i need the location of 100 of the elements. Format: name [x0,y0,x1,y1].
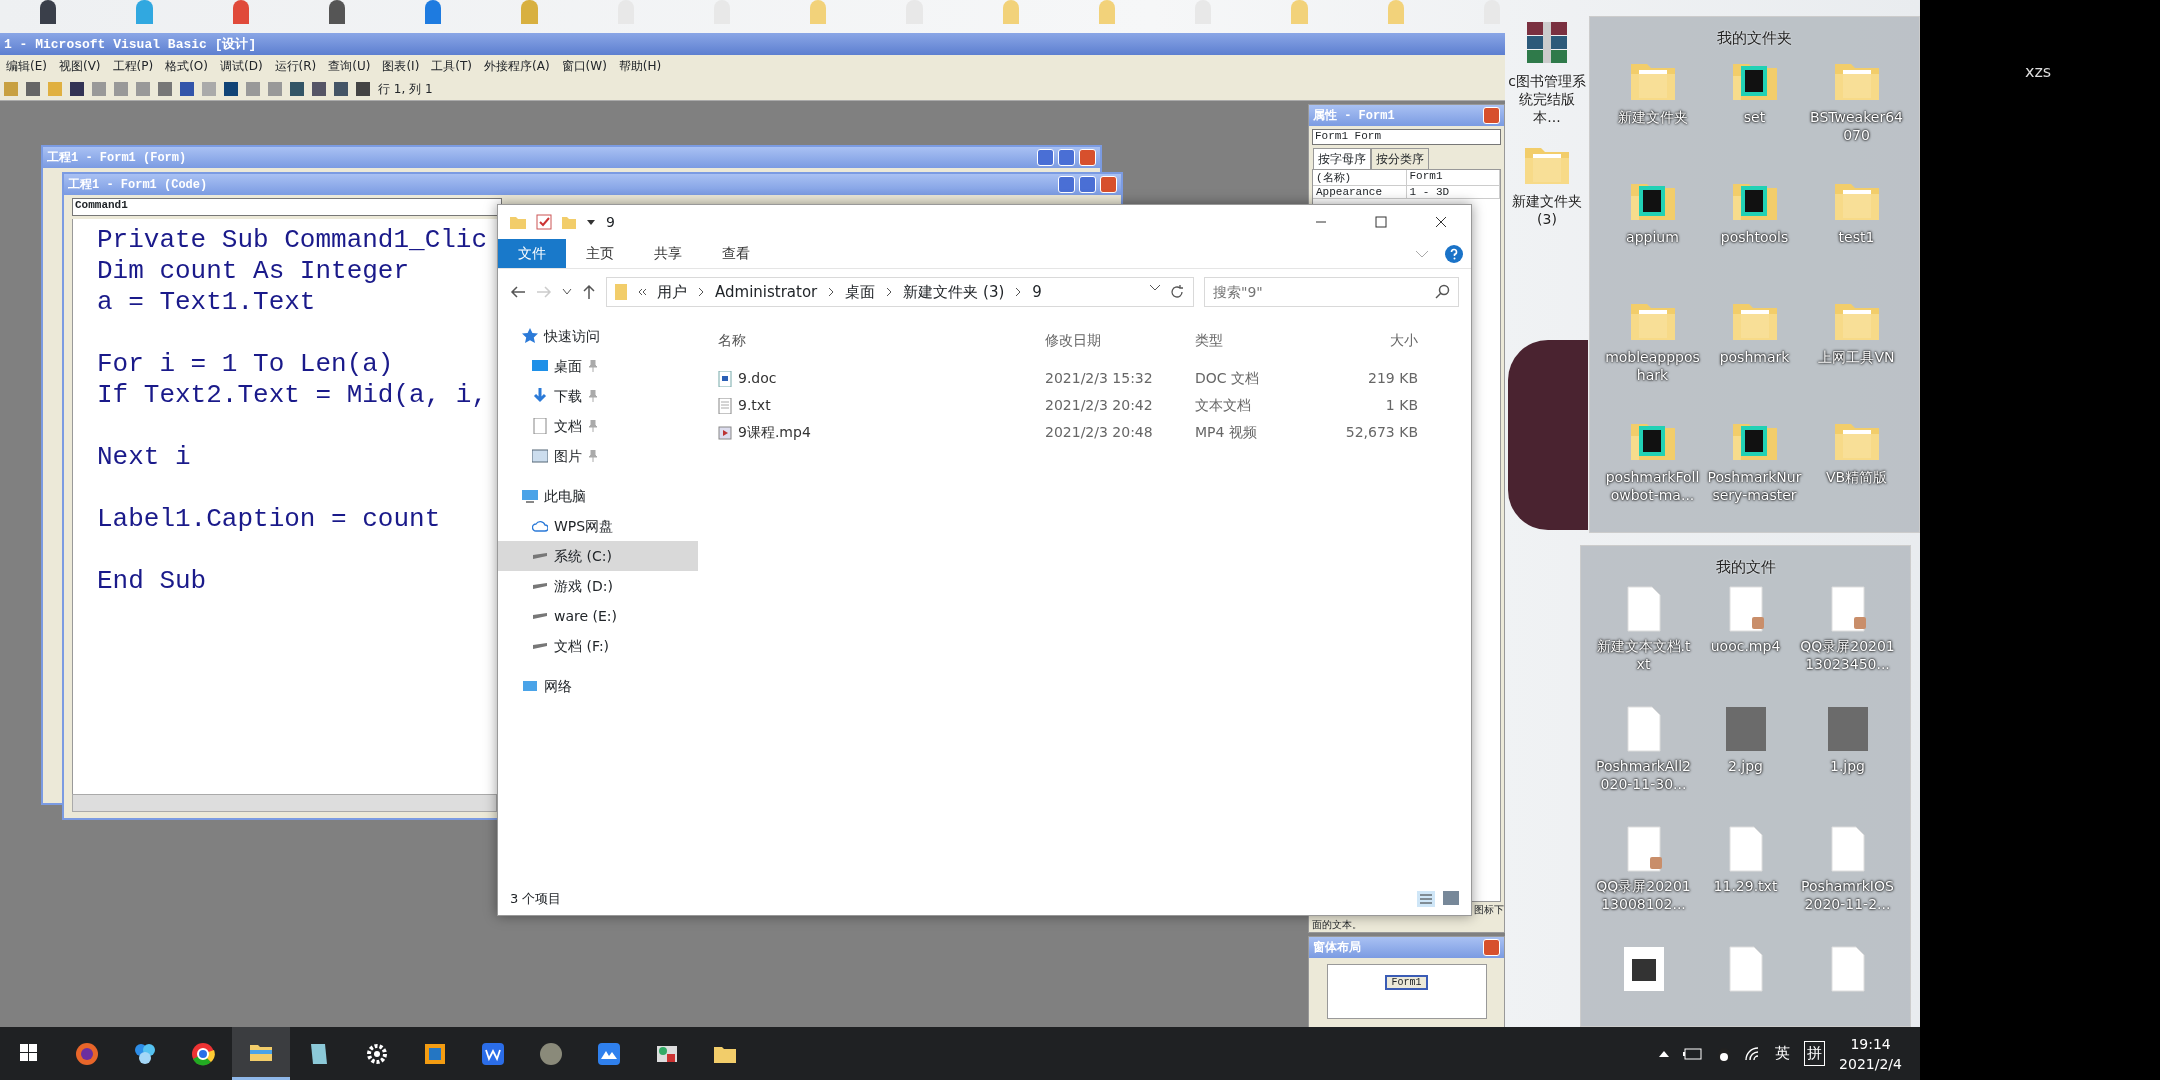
input-method[interactable]: 拼 [1804,1041,1826,1066]
tab[interactable]: 按字母序 [1313,148,1371,169]
nav-label: 系统 (C:) [554,546,612,566]
code-line: For i = 1 To Len(a) [97,349,394,380]
ribbon-tab[interactable]: 文件 [498,239,566,268]
menu-item[interactable]: 格式(O) [165,57,208,75]
search-field[interactable]: 搜索"9" [1204,277,1459,307]
code-line: End Sub [97,566,207,597]
window-title: 工程1 - Form1 (Form) [47,150,187,166]
icon-label: uooc.mp4 [1709,636,1782,655]
window-title: 1 - Microsoft Visual Basic [设计] [0,33,1505,55]
menu-item[interactable]: 视图(V) [58,57,101,75]
nav-item[interactable]: 下载 [498,381,698,411]
cursor-position: 行 1, 列 1 [378,80,433,98]
nav-item[interactable]: 桌面 [498,351,698,381]
nav-label: 图片 [554,446,582,466]
nav-label: 文档 (F:) [554,636,610,656]
menu-item[interactable]: 调试(D) [219,57,263,75]
nav-label: 此电脑 [544,486,586,506]
description-text: 图标下 [1474,903,1504,917]
nav-item[interactable]: 文档 (F:) [498,631,698,661]
icon-label: QQ录屏2020113023450... [1799,636,1896,673]
icon-label: poshmark [1718,347,1791,366]
file-date: 2021/2/3 15:32 [1045,369,1154,388]
nav-label: 桌面 [554,356,582,376]
file-name: 9.txt [738,396,771,415]
breadcrumb[interactable]: 新建文件夹 (3) [903,280,1005,304]
property-value: Form1 [1406,170,1500,185]
breadcrumb[interactable]: 桌面 [845,280,876,304]
object-dropdown[interactable]: Command1 [72,198,502,216]
menu-item[interactable]: 帮助(H) [618,57,662,75]
tab[interactable]: 按分类序 [1371,148,1429,169]
nav-item[interactable]: 文档 [498,411,698,441]
nav-item[interactable]: 图片 [498,441,698,471]
breadcrumb[interactable]: 9 [1032,280,1042,304]
code-line: Private Sub Command1_Clic [97,225,488,256]
menu-item[interactable]: 编辑(E) [6,57,47,75]
nav-label: ware (E:) [554,606,618,626]
nav-item[interactable]: 网络 [498,671,698,701]
column-header[interactable]: 名称 [718,329,1045,351]
code-line: If Text2.Text = Mid(a, i, [97,380,488,411]
nav-label: 下载 [554,386,582,406]
menu-item[interactable]: 外接程序(A) [484,57,550,75]
menu-item[interactable]: 运行(R) [274,57,317,75]
code-editor[interactable]: Private Sub Command1_Clic Dim count As Integer a = Text1.Text For i = 1 To Len(a) If Text2.Text = Mid(a, i, Next i Label1.Caption = count End Sub [72,219,497,794]
breadcrumb[interactable]: Administrator [715,280,818,304]
icon-label: poshmarkFollowbot-ma... [1604,467,1701,504]
nav-item[interactable]: ware (E:) [498,601,698,631]
menu-item[interactable]: 图表(I) [382,57,420,75]
icon-label: set [1742,107,1767,126]
icon-label: BSTweaker64070 [1809,107,1904,144]
nav-item[interactable]: WPS网盘 [498,511,698,541]
code-line: Next i [97,442,191,473]
column-header[interactable]: 大小 [1325,329,1418,351]
code-line: Dim count As Integer [97,256,410,287]
ribbon-tab[interactable]: 查看 [702,239,770,268]
window-title: 9 [606,212,615,232]
menu-item[interactable]: 工具(T) [431,57,473,75]
panel-title: 窗体布局 [1313,939,1361,956]
ribbon-tab[interactable]: 主页 [566,239,634,268]
file-row[interactable]: 9.doc 2021/2/3 15:32 DOC 文档 219 KB [718,365,1471,392]
object-dropdown[interactable]: Form1 Form [1312,129,1501,145]
form-preview[interactable]: Form1 [1385,975,1428,990]
address-bar[interactable]: 用户 Administrator 桌面 新建文件夹 (3) 9 [606,277,1194,307]
column-header[interactable]: 类型 [1195,329,1325,351]
file-row[interactable]: 9课程.mp4 2021/2/3 20:48 MP4 视频 52,673 KB [718,419,1471,446]
icon-label: mobleappposhark [1604,347,1701,384]
icon-label: poshtools [1719,227,1790,246]
file-size: 219 KB [1367,369,1418,388]
icon-label: 上网工具VN [1817,347,1896,366]
menu-item[interactable]: 窗口(W) [561,57,607,75]
icon-label: VB精简版 [1824,467,1889,486]
icon-label: 11.29.txt [1712,876,1779,895]
panel-title: 我的文件 [1715,557,1776,578]
file-type: 文本文档 [1195,396,1252,415]
file-type: MP4 视频 [1195,423,1258,442]
status-text: 3 个项目 [510,890,562,909]
icon-label: appium [1625,227,1680,246]
clock-time[interactable]: 19:14 [1850,1033,1891,1054]
column-header[interactable]: 修改日期 [1045,329,1195,351]
menu-item[interactable]: 查询(U) [328,57,371,75]
nav-item[interactable]: 快速访问 [498,321,698,351]
file-size: 52,673 KB [1344,423,1418,442]
breadcrumb[interactable]: 用户 [657,280,687,304]
nav-item[interactable]: 游戏 (D:) [498,571,698,601]
nav-item[interactable]: 此电脑 [498,481,698,511]
file-date: 2021/2/3 20:48 [1045,423,1154,442]
nav-label: 快速访问 [544,326,600,346]
input-language[interactable]: 英 [1775,1042,1791,1065]
property-name: Appearance [1313,186,1407,198]
file-name: 9课程.mp4 [738,423,811,442]
property-name: (名称) [1313,170,1407,185]
nav-item[interactable]: 系统 (C:) [498,541,698,571]
menu-item[interactable]: 工程(P) [112,57,154,75]
file-row[interactable]: 9.txt 2021/2/3 20:42 文本文档 1 KB [718,392,1471,419]
ribbon-tab[interactable]: 共享 [634,239,702,268]
icon-label: PoshmarkNursery-master [1706,467,1803,504]
clock-date[interactable]: 2021/2/4 [1839,1053,1902,1074]
file-name: 9.doc [738,369,777,388]
icon-label: 1.jpg [1829,756,1866,775]
